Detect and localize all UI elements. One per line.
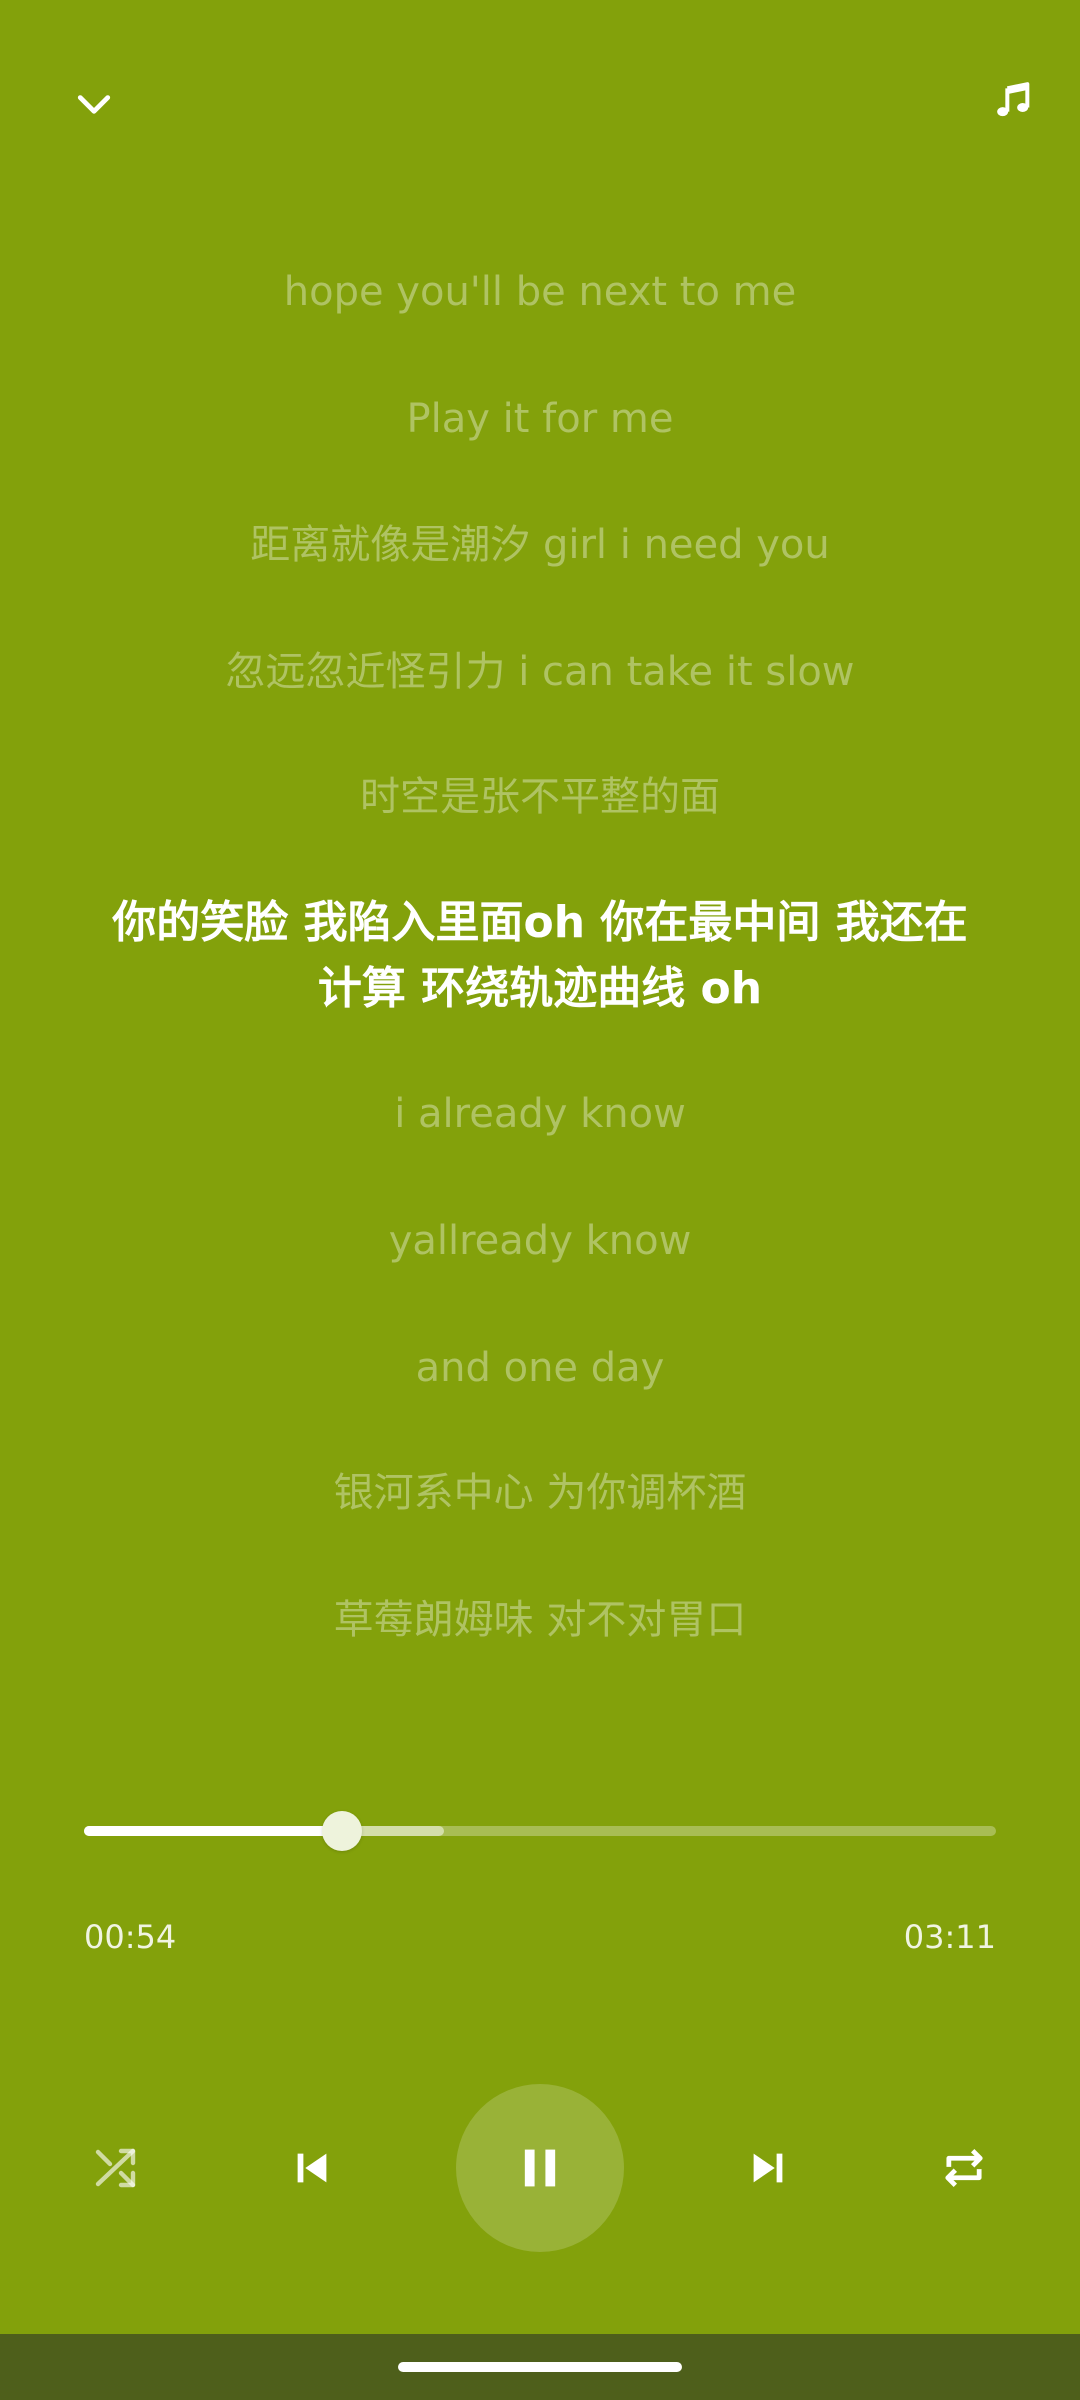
lyric-line[interactable]: 时空是张不平整的面 (60, 768, 1020, 826)
chevron-down-icon (77, 95, 111, 114)
elapsed-time: 00:54 (84, 1918, 177, 1956)
lyric-line[interactable]: and one day (60, 1339, 1020, 1397)
previous-button[interactable] (272, 2128, 352, 2208)
progress-thumb[interactable] (321, 1811, 362, 1851)
pause-icon (524, 2149, 556, 2187)
played-bar (84, 1826, 342, 1836)
skip-next-icon (753, 2153, 783, 2183)
skip-previous-icon (297, 2153, 327, 2183)
lyric-line[interactable]: Play it for me (60, 390, 1020, 448)
progress-slider[interactable] (84, 1810, 996, 1851)
lyric-line[interactable]: 银河系中心 为你调杯酒 (60, 1464, 1020, 1522)
music-note-icon (997, 82, 1030, 117)
now-playing-screen: hope you'll be next to me Play it for me… (0, 0, 1080, 2400)
lyric-line[interactable]: yallready know (60, 1212, 1020, 1270)
next-button[interactable] (728, 2128, 808, 2208)
shuffle-icon (95, 2148, 136, 2188)
lyric-line[interactable]: 距离就像是潮汐 girl i need you (60, 516, 1020, 574)
play-pause-button[interactable] (456, 2084, 624, 2252)
lyric-line[interactable]: 忽远忽近怪引力 i can take it slow (60, 643, 1020, 701)
current-lyric-line[interactable]: 你的笑脸 我陷入里面oh 你在最中间 我还在计算 环绕轨迹曲线 oh (100, 890, 980, 1022)
repeat-button[interactable] (924, 2128, 1004, 2208)
collapse-button[interactable] (54, 64, 134, 144)
lyric-line[interactable]: hope you'll be next to me (60, 263, 1020, 321)
lyrics-panel[interactable]: hope you'll be next to me Play it for me… (60, 250, 1020, 1680)
lyric-line[interactable]: 草莓朗姆味 对不对胃口 (60, 1591, 1020, 1649)
music-note-button[interactable] (974, 60, 1054, 140)
repeat-icon (945, 2148, 983, 2188)
home-indicator[interactable] (398, 2362, 682, 2372)
total-duration: 03:11 (903, 1918, 996, 1956)
lyric-line[interactable]: i already know (60, 1085, 1020, 1143)
navigation-bar (0, 2334, 1080, 2400)
shuffle-button[interactable] (76, 2128, 156, 2208)
